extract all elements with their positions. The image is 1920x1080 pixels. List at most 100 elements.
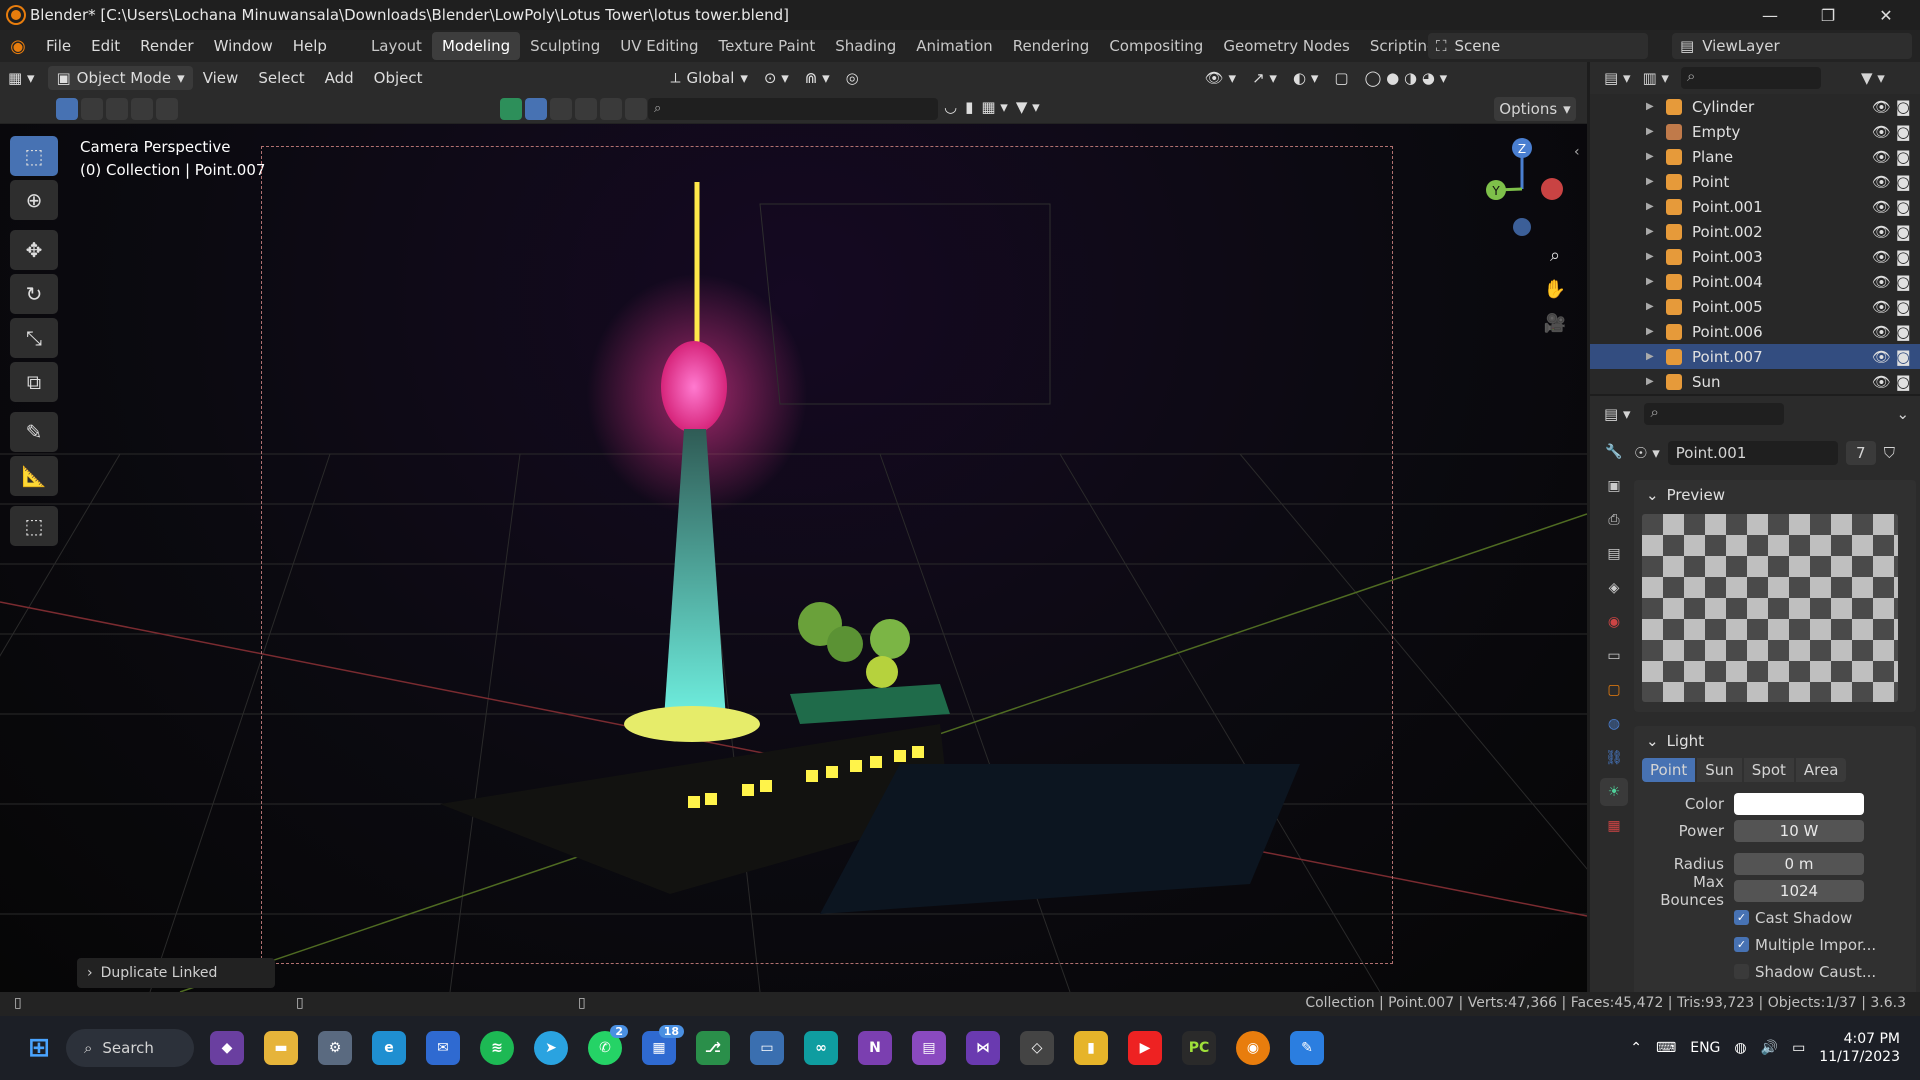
render-tab-icon[interactable]: ▣ bbox=[1600, 472, 1628, 500]
select-subtract-icon[interactable] bbox=[106, 98, 128, 120]
measure-tool-icon[interactable]: 📐 bbox=[10, 456, 58, 496]
visibility-eye-icon[interactable]: 👁 bbox=[1872, 223, 1891, 241]
minimize-icon[interactable]: — bbox=[1742, 0, 1798, 30]
light-filter-icon[interactable] bbox=[575, 98, 597, 120]
object-tab-icon[interactable]: ▢ bbox=[1600, 676, 1628, 704]
pycharm-icon[interactable]: PC bbox=[1182, 1031, 1216, 1065]
expand-arrow-icon[interactable]: ▶ bbox=[1646, 151, 1654, 162]
output-tab-icon[interactable]: ⎙ bbox=[1600, 506, 1628, 534]
properties-search-input[interactable]: ⌕ bbox=[1644, 403, 1785, 425]
tab-animation[interactable]: Animation bbox=[906, 32, 1002, 60]
settings-app-icon[interactable]: ⚙ bbox=[318, 1031, 352, 1065]
expand-arrow-icon[interactable]: ▶ bbox=[1646, 126, 1654, 137]
visibility-eye-icon[interactable]: 👁 bbox=[1872, 123, 1891, 141]
tab-geometry-nodes[interactable]: Geometry Nodes bbox=[1213, 32, 1360, 60]
select-invert-icon[interactable] bbox=[131, 98, 153, 120]
visual-studio-icon[interactable]: ⋈ bbox=[966, 1031, 1000, 1065]
collection-tab-icon[interactable]: ▭ bbox=[1600, 642, 1628, 670]
paint-app-icon[interactable]: ✎ bbox=[1290, 1031, 1324, 1065]
telegram-icon[interactable]: ➤ bbox=[534, 1031, 568, 1065]
asset-search-input[interactable]: ⌕ bbox=[648, 98, 938, 120]
visibility-eye-icon[interactable]: 👁 bbox=[1872, 98, 1891, 116]
expand-arrow-icon[interactable]: ▶ bbox=[1646, 226, 1654, 237]
select-new-icon[interactable] bbox=[56, 98, 78, 120]
render-camera-icon[interactable]: ◙ bbox=[1896, 273, 1911, 291]
editor-type-selector[interactable]: ▦ ▾ bbox=[0, 69, 42, 87]
funnel-icon[interactable]: ▼ ▾ bbox=[1016, 98, 1040, 116]
axis-gizmo[interactable]: Z Y bbox=[1472, 134, 1582, 244]
outliner-row[interactable]: ▶ Point 👁 ◙ bbox=[1590, 169, 1920, 194]
multiple-importance-checkbox[interactable]: ✓ bbox=[1734, 937, 1749, 952]
constraints-tab-icon[interactable]: ⛓ bbox=[1600, 744, 1628, 772]
outliner-search-input[interactable]: ⌕ bbox=[1680, 67, 1821, 89]
render-camera-icon[interactable]: ◙ bbox=[1896, 248, 1911, 266]
visibility-eye-icon[interactable]: 👁 bbox=[1872, 173, 1891, 191]
keyboard-icon[interactable]: ⌨ bbox=[1656, 1040, 1676, 1056]
edge-browser-icon[interactable]: e bbox=[372, 1031, 406, 1065]
collection-icon[interactable] bbox=[500, 98, 522, 120]
overlays-icon[interactable]: ◐ ▾ bbox=[1285, 69, 1326, 87]
expand-arrow-icon[interactable]: ▶ bbox=[1646, 376, 1654, 387]
render-camera-icon[interactable]: ◙ bbox=[1896, 123, 1911, 141]
outliner-row[interactable]: ▶ Point.002 👁 ◙ bbox=[1590, 219, 1920, 244]
world-filter-icon[interactable] bbox=[600, 98, 622, 120]
maximize-icon[interactable]: ❐ bbox=[1800, 0, 1856, 30]
fake-user-shield-icon[interactable]: ⛉ bbox=[1884, 444, 1895, 462]
blender-taskbar-icon[interactable]: ◉ bbox=[1236, 1031, 1270, 1065]
menu-window[interactable]: Window bbox=[204, 37, 283, 55]
expand-arrow-icon[interactable]: ▶ bbox=[1646, 301, 1654, 312]
outliner-row[interactable]: ▶ Point.003 👁 ◙ bbox=[1590, 244, 1920, 269]
outliner-row[interactable]: ▶ Point.005 👁 ◙ bbox=[1590, 294, 1920, 319]
arduino-icon[interactable]: ∞ bbox=[804, 1031, 838, 1065]
annotate-tool-icon[interactable]: ✎ bbox=[10, 412, 58, 452]
select-box-tool-icon[interactable]: ⬚ bbox=[10, 136, 58, 176]
view-layer-tab-icon[interactable]: ▤ bbox=[1600, 540, 1628, 568]
tab-modeling[interactable]: Modeling bbox=[431, 32, 521, 60]
color-swatch[interactable] bbox=[1734, 792, 1864, 815]
light-data-tab-icon[interactable]: ☀ bbox=[1600, 778, 1628, 806]
menu-view[interactable]: View bbox=[193, 69, 249, 87]
spotify-icon[interactable]: ≋ bbox=[480, 1031, 514, 1065]
expand-arrow-icon[interactable]: ▶ bbox=[1646, 326, 1654, 337]
menu-add[interactable]: Add bbox=[315, 69, 364, 87]
expand-arrow-icon[interactable]: ▶ bbox=[1646, 201, 1654, 212]
last-operator-panel[interactable]: › Duplicate Linked bbox=[77, 958, 275, 988]
visibility-eye-icon[interactable]: 👁 bbox=[1872, 323, 1891, 341]
outliner-row[interactable]: ▶ Plane 👁 ◙ bbox=[1590, 144, 1920, 169]
battery-icon[interactable]: ▭ bbox=[1792, 1040, 1805, 1056]
tab-compositing[interactable]: Compositing bbox=[1099, 32, 1213, 60]
render-camera-icon[interactable]: ◙ bbox=[1896, 373, 1911, 391]
menu-object[interactable]: Object bbox=[364, 69, 433, 87]
xray-icon[interactable]: ▢ bbox=[1326, 69, 1356, 87]
max-bounces-field[interactable]: 1024 bbox=[1734, 879, 1864, 902]
render-camera-icon[interactable]: ◙ bbox=[1896, 198, 1911, 216]
select-mode-buttons[interactable] bbox=[56, 98, 178, 120]
texture-tab-icon[interactable]: ▦ bbox=[1600, 812, 1628, 840]
ssh-app-icon[interactable]: ▭ bbox=[750, 1031, 784, 1065]
outliner-row[interactable]: ▶ Point.001 👁 ◙ bbox=[1590, 194, 1920, 219]
filter-icons[interactable]: ◡ ▮ ▦ ▾ ▼ ▾ bbox=[944, 98, 1040, 116]
expand-arrow-icon[interactable]: ▶ bbox=[1646, 176, 1654, 187]
windows-start-icon[interactable]: ⊞ bbox=[22, 1031, 56, 1065]
datablock-name-field[interactable]: Point.001 bbox=[1667, 441, 1838, 465]
visibility-eye-icon[interactable]: 👁 bbox=[1872, 298, 1891, 316]
outliner-row[interactable]: ▶ Empty 👁 ◙ bbox=[1590, 119, 1920, 144]
scene-selector[interactable]: ⛶ Scene bbox=[1428, 33, 1648, 59]
preview-panel-header[interactable]: ⌄ Preview bbox=[1634, 480, 1916, 510]
visibility-icon[interactable]: 👁 ▾ bbox=[1197, 69, 1244, 87]
close-icon[interactable]: ✕ bbox=[1858, 0, 1914, 30]
material-filter-icon[interactable] bbox=[550, 98, 572, 120]
tab-sculpting[interactable]: Sculpting bbox=[520, 32, 610, 60]
cursor-tool-icon[interactable]: ⊕ bbox=[10, 180, 58, 220]
tab-rendering[interactable]: Rendering bbox=[1003, 32, 1100, 60]
light-type-point[interactable]: Point bbox=[1642, 758, 1696, 782]
mail-app-icon[interactable]: ✉ bbox=[426, 1031, 460, 1065]
power-field[interactable]: 10 W bbox=[1734, 819, 1864, 842]
outliner-row[interactable]: ▶ Point.007 👁 ◙ bbox=[1590, 344, 1920, 369]
camera-view-icon[interactable]: 🎥 bbox=[1538, 306, 1572, 340]
select-extend-icon[interactable] bbox=[81, 98, 103, 120]
widgets-app-icon[interactable]: ◆ bbox=[210, 1031, 244, 1065]
cast-shadow-checkbox[interactable]: ✓ bbox=[1734, 910, 1749, 925]
properties-options-icon[interactable]: ⌄ bbox=[1896, 405, 1909, 423]
onenote-icon[interactable]: N bbox=[858, 1031, 892, 1065]
